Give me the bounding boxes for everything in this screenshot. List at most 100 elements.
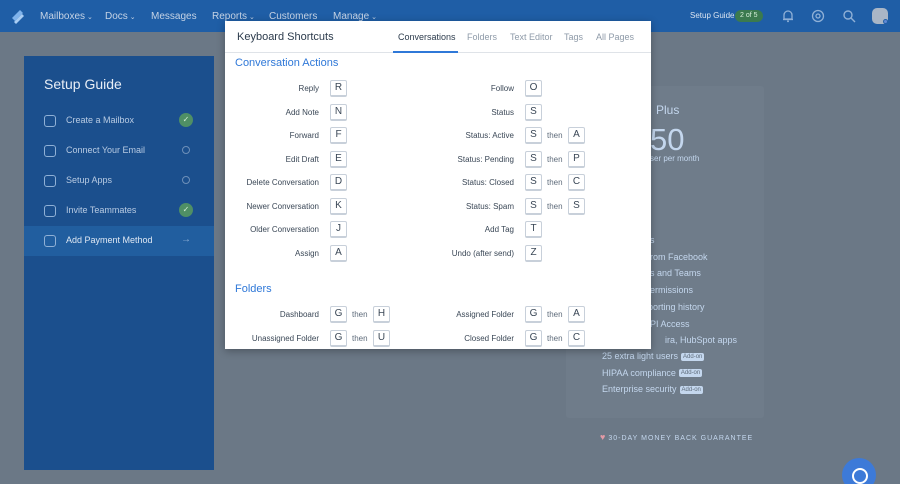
key-cap: N xyxy=(330,103,347,121)
key-cap: G xyxy=(525,329,542,347)
setup-item-4[interactable]: Add Payment Method → xyxy=(24,226,214,256)
active-tab-indicator xyxy=(393,51,458,53)
tab-tags[interactable]: Tags xyxy=(564,32,583,42)
tab-all-pages[interactable]: All Pages xyxy=(596,32,634,42)
then-label: then xyxy=(547,154,563,164)
plan-addon-label: Enterprise security xyxy=(602,384,677,395)
key-cap: G xyxy=(330,306,347,323)
setup-item-label: Create a Mailbox xyxy=(66,115,135,125)
modal-header: Keyboard Shortcuts Conversations Folders T… xyxy=(225,21,651,53)
check-icon: ✓ xyxy=(179,203,193,217)
then-label: then xyxy=(547,201,563,211)
plan-feature: ermissions xyxy=(650,285,694,296)
tab-conversations[interactable]: Conversations xyxy=(398,32,456,42)
key-cap: Z xyxy=(525,244,542,262)
key-cap: S xyxy=(525,174,542,191)
key-cap: F xyxy=(330,127,347,144)
nav-item-messages[interactable]: Messages xyxy=(151,11,197,22)
teammates-icon xyxy=(44,205,56,217)
key-cap: G xyxy=(525,306,542,323)
plan-feature: rom Facebook xyxy=(650,251,708,262)
shortcut-label: Unassigned Folder xyxy=(251,333,319,343)
key-cap: G xyxy=(330,329,347,347)
addon-badge: Add-on xyxy=(678,369,703,378)
empty-circle-icon xyxy=(182,146,190,154)
search-icon[interactable] xyxy=(842,9,856,23)
key-cap: T xyxy=(525,221,542,238)
shortcut-label: Reply xyxy=(298,84,319,93)
nav-item-label: Mailboxes xyxy=(40,11,86,22)
chat-beacon-button[interactable] xyxy=(842,458,876,484)
setup-item-1[interactable]: Connect Your Email xyxy=(24,136,214,166)
shortcut-label: Edit Draft xyxy=(285,154,319,164)
plan-price: 50 xyxy=(650,122,685,157)
plan-addon-label: HIPAA compliance xyxy=(602,367,676,378)
key-cap: A xyxy=(330,244,347,262)
shortcut-label: Status: Active xyxy=(465,131,514,140)
nav-item-label: Messages xyxy=(151,11,197,22)
apps-icon xyxy=(44,175,56,187)
chevron-down-icon: ⌄ xyxy=(129,14,136,21)
key-cap: P xyxy=(568,150,585,168)
key-cap: D xyxy=(330,174,347,191)
key-cap: S xyxy=(525,103,542,121)
shortcut-label: Delete Conversation xyxy=(246,178,319,187)
plan-addon: HIPAA compliance Add-on xyxy=(602,367,703,378)
plan-feature: porting history xyxy=(648,301,705,312)
then-label: then xyxy=(547,333,563,343)
arrow-right-icon: → xyxy=(181,234,191,245)
setup-item-label: Invite Teammates xyxy=(66,205,137,215)
chevron-down-icon: ⌄ xyxy=(249,14,255,21)
tab-text-editor[interactable]: Text Editor xyxy=(510,32,553,42)
shortcut-label: Dashboard xyxy=(279,310,319,319)
addon-badge: Add-on xyxy=(679,386,703,395)
setup-guide-panel: Setup Guide Create a Mailbox ✓ Connect You… xyxy=(24,56,214,470)
key-cap: R xyxy=(330,80,347,97)
setup-progress-badge: 2 of 5 xyxy=(735,10,763,22)
plan-addon-label: 25 extra light users xyxy=(602,351,679,361)
card-icon xyxy=(44,235,56,247)
app-logo-icon[interactable] xyxy=(10,8,26,24)
shortcut-label: Status: Pending xyxy=(457,154,514,164)
help-icon[interactable] xyxy=(811,9,825,23)
key-cap: U xyxy=(373,329,390,347)
shortcut-label: Undo (after send) xyxy=(451,248,514,258)
nav-item-docs[interactable]: Docs ⌄ xyxy=(105,11,136,22)
key-cap: S xyxy=(525,197,542,215)
shortcut-label: Add Note xyxy=(285,107,319,117)
then-label: then xyxy=(547,310,563,319)
check-icon: ✓ xyxy=(179,113,193,127)
shortcut-label: Forward xyxy=(289,131,319,140)
plan-feature: s and Teams xyxy=(650,268,701,279)
setup-guide-link[interactable]: Setup Guide xyxy=(690,11,734,20)
setup-guide-title: Setup Guide xyxy=(44,76,122,92)
empty-circle-icon xyxy=(182,176,190,184)
then-label: then xyxy=(352,310,368,319)
key-cap: J xyxy=(330,221,347,238)
modal-title: Keyboard Shortcuts xyxy=(237,31,334,43)
chevron-down-icon: ⌄ xyxy=(371,14,378,21)
key-cap: C xyxy=(568,174,585,191)
shortcut-label: Status xyxy=(491,107,514,117)
setup-item-2[interactable]: Setup Apps xyxy=(24,166,214,196)
nav-item-mailboxes[interactable]: Mailboxes ⌄ xyxy=(40,11,93,22)
shortcut-label: Add Tag xyxy=(484,225,514,234)
setup-item-0[interactable]: Create a Mailbox ✓ xyxy=(24,106,214,136)
setup-item-3[interactable]: Invite Teammates ✓ xyxy=(24,196,214,226)
nav-item-label: Docs xyxy=(105,11,128,22)
key-cap: E xyxy=(330,150,347,168)
avatar-status-dot xyxy=(883,19,888,24)
shortcut-label: Closed Folder xyxy=(464,333,514,343)
heart-icon: ♥ xyxy=(600,432,606,442)
key-cap: A xyxy=(568,306,585,323)
shortcut-label: Follow xyxy=(490,84,514,93)
tab-folders[interactable]: Folders xyxy=(467,32,497,42)
money-back-guarantee: ♥ 30-DAY MONEY BACK GUARANTEE xyxy=(600,432,754,442)
then-label: then xyxy=(352,333,368,343)
shortcut-label: Newer Conversation xyxy=(246,201,319,211)
addon-badge: Add-on xyxy=(681,352,705,361)
bell-icon[interactable] xyxy=(781,9,795,23)
key-cap: A xyxy=(568,127,585,144)
plan-price-period: ser per month xyxy=(650,154,700,163)
shortcut-label: Assign xyxy=(294,248,319,258)
